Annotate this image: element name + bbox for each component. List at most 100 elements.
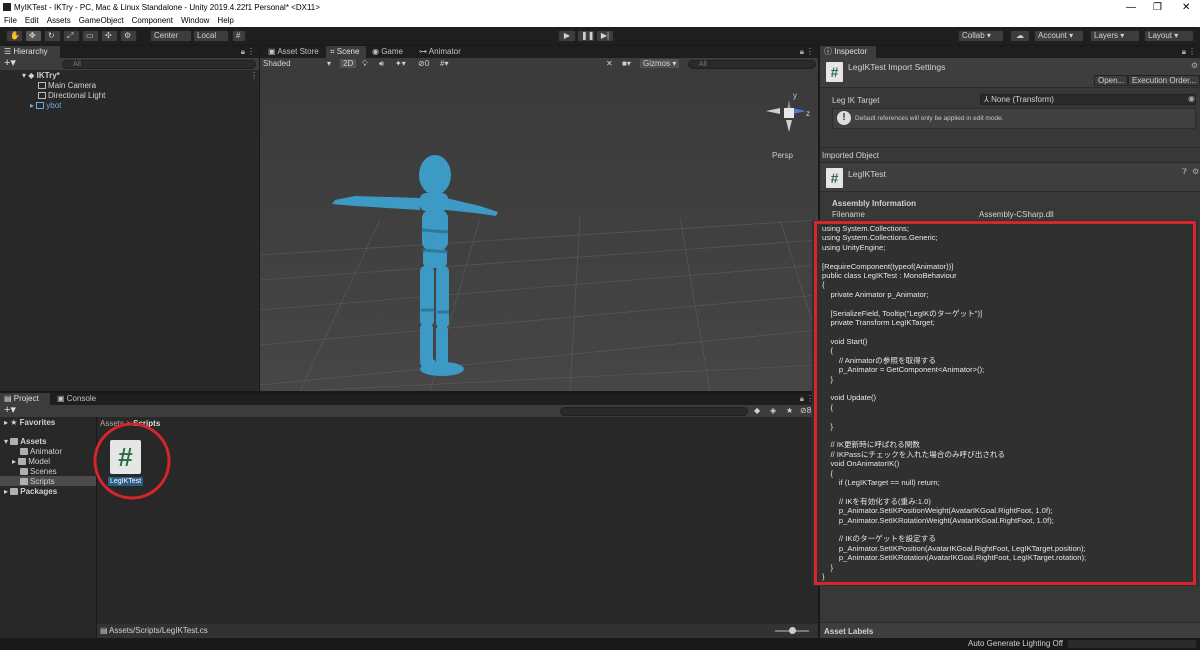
pause-button[interactable]: ❚❚ <box>577 30 595 42</box>
folder-item-model[interactable]: ▸ Model <box>12 457 50 467</box>
collab-button[interactable]: Collab ▾ <box>958 30 1004 42</box>
packages-item[interactable]: ▸ Packages <box>4 487 57 497</box>
menu-dots-icon[interactable]: ⋮ <box>247 46 255 58</box>
hand-tool-icon[interactable]: ✋ <box>6 30 23 42</box>
camera-icon[interactable]: ■▾ <box>622 59 631 68</box>
menu-dots-icon[interactable]: ⋮ <box>806 46 814 58</box>
hierarchy-item-ybot[interactable]: ▸ ybot <box>30 101 61 111</box>
asset-labels-heading[interactable]: Asset Labels <box>824 627 873 636</box>
effects-icon[interactable]: ✦▾ <box>395 59 406 68</box>
hidden-objects-icon[interactable]: ⊘0 <box>418 59 429 68</box>
cloud-icon[interactable]: ☁ <box>1010 30 1030 42</box>
menu-gameobject[interactable]: GameObject <box>75 15 128 27</box>
object-picker-icon[interactable]: ◉ <box>1188 94 1195 103</box>
lock-icon[interactable]: 🔒︎ <box>800 46 804 58</box>
snap-icon[interactable]: # <box>232 30 246 42</box>
grid-icon[interactable]: #▾ <box>440 59 448 68</box>
play-button[interactable]: ▶ <box>558 30 576 42</box>
minimize-icon[interactable]: — <box>1126 0 1136 15</box>
menu-window[interactable]: Window <box>177 15 213 27</box>
filter-label-icon[interactable]: ◈ <box>770 406 776 415</box>
2d-toggle-button[interactable]: 2D <box>340 59 357 68</box>
hidden-packages-icon[interactable]: ⊘8 <box>800 406 811 415</box>
lighting-status[interactable]: Auto Generate Lighting Off <box>968 639 1063 648</box>
scene-toolbar: Shaded ▾ 2D 💡︎ 🔊︎ ✦▾ ⊘0 #▾ ✕ ■▾ Gizmos ▾… <box>260 58 818 70</box>
tab-asset-store[interactable]: ▣ Asset Store <box>264 46 324 58</box>
audio-icon[interactable]: 🔊︎ <box>379 59 384 69</box>
add-icon[interactable]: +▾ <box>4 58 16 69</box>
tab-inspector[interactable]: ⓘ Inspector <box>820 46 876 58</box>
account-dropdown[interactable]: Account ▾ <box>1034 30 1084 42</box>
hierarchy-item-directional-light[interactable]: Directional Light <box>38 91 105 101</box>
csharp-script-icon: # <box>826 168 843 188</box>
close-icon[interactable]: ✕ <box>1182 0 1190 15</box>
2d-label: 2D <box>343 59 354 68</box>
transform-tool-icon[interactable]: ✣ <box>101 30 118 42</box>
lighting-icon[interactable]: 💡︎ <box>362 59 368 69</box>
execution-order-button[interactable]: Execution Order... <box>1128 75 1200 86</box>
move-tool-icon[interactable]: ✥ <box>25 30 42 42</box>
layout-dropdown[interactable]: Layout ▾ <box>1144 30 1194 42</box>
scene-search-input[interactable]: All <box>688 60 816 69</box>
tab-scene[interactable]: ⌗ Scene <box>326 46 366 58</box>
icon-size-slider-handle[interactable] <box>789 627 796 634</box>
tools-icon[interactable]: ✕ <box>606 59 613 68</box>
highlight-circle <box>93 422 171 500</box>
folder-icon <box>18 458 27 465</box>
tab-game[interactable]: ◉ Game <box>368 46 412 58</box>
project-panel: ▤ Project ▣ Console 🔒︎ ⋮ +▾ ◆ ◈ ★ ⊘8 ▸ ★… <box>0 393 818 638</box>
shading-chevron-down-icon[interactable]: ▾ <box>327 59 331 68</box>
settings-gear-icon[interactable]: ⚙ <box>1191 61 1198 70</box>
tab-label: Console <box>66 394 97 403</box>
scene-expand-icon[interactable]: ▾ <box>22 71 26 80</box>
hierarchy-search-input[interactable]: All <box>62 60 256 69</box>
project-search-input[interactable] <box>560 407 748 416</box>
folder-icon <box>20 478 28 485</box>
ybot-expand-icon[interactable]: ▸ <box>30 101 34 110</box>
progress-area <box>1068 640 1196 648</box>
scene-viewport[interactable]: y z Persp <box>260 70 818 391</box>
folder-item-scripts[interactable]: Scripts <box>20 477 54 487</box>
gizmos-dropdown[interactable]: Gizmos ▾ <box>640 59 680 68</box>
rect-tool-icon[interactable]: ▭ <box>82 30 99 42</box>
lock-icon[interactable]: 🔒︎ <box>800 393 804 405</box>
hierarchy-item-main-camera[interactable]: Main Camera <box>38 81 96 91</box>
scale-tool-icon[interactable]: ⤢ <box>63 30 80 42</box>
step-button[interactable]: ▶| <box>596 30 614 42</box>
project-toolbar: +▾ ◆ ◈ ★ ⊘8 <box>0 405 818 417</box>
custom-tool-icon[interactable]: ⚙ <box>120 30 137 42</box>
menu-assets[interactable]: Assets <box>43 15 75 27</box>
create-icon[interactable]: +▾ <box>4 405 16 416</box>
menu-help[interactable]: Help <box>213 15 237 27</box>
info-message: Default references will only be applied … <box>855 115 1004 122</box>
menu-dots-icon[interactable]: ⋮ <box>1188 46 1196 58</box>
maximize-icon[interactable]: ❐ <box>1153 0 1162 15</box>
shading-dropdown[interactable]: Shaded <box>263 59 291 68</box>
imported-object-name: LegIKTest <box>848 169 886 179</box>
favorites-item[interactable]: ▸ ★ Favorites <box>4 418 55 428</box>
lock-icon[interactable]: 🔒︎ <box>1182 46 1186 58</box>
scene-menu-icon[interactable]: ⋮ <box>250 71 258 80</box>
menu-edit[interactable]: Edit <box>21 15 43 27</box>
filter-type-icon[interactable]: ◆ <box>754 406 760 415</box>
tab-animator[interactable]: ⊶ Animator <box>415 46 471 58</box>
rotate-tool-icon[interactable]: ↻ <box>44 30 61 42</box>
leg-ik-target-field[interactable]: ⅄ None (Transform) <box>980 94 1196 105</box>
lock-icon[interactable]: 🔒︎ <box>241 46 245 58</box>
settings-gear-icon[interactable]: ⚙ <box>1192 167 1199 176</box>
tab-label: Scene <box>336 47 360 56</box>
scene-root-item[interactable]: ▾ ◆ IKTry* <box>22 71 60 81</box>
pivot-toggle-button[interactable]: Center <box>150 30 192 42</box>
help-icon[interactable]: ❓︎ <box>1182 167 1187 177</box>
layers-dropdown[interactable]: Layers ▾ <box>1090 30 1140 42</box>
folder-item-animator[interactable]: Animator <box>20 447 62 457</box>
open-button[interactable]: Open... <box>1094 75 1129 86</box>
tab-console[interactable]: ▣ Console <box>53 393 103 405</box>
leg-ik-target-label: Leg IK Target <box>832 96 880 105</box>
assets-folder-item[interactable]: ▾ Assets <box>4 437 47 447</box>
menu-component[interactable]: Component <box>128 15 177 27</box>
favorite-star-icon[interactable]: ★ <box>786 406 793 415</box>
menu-file[interactable]: File <box>0 15 21 27</box>
space-toggle-button[interactable]: Local <box>193 30 229 42</box>
persp-label[interactable]: Persp <box>772 151 793 160</box>
